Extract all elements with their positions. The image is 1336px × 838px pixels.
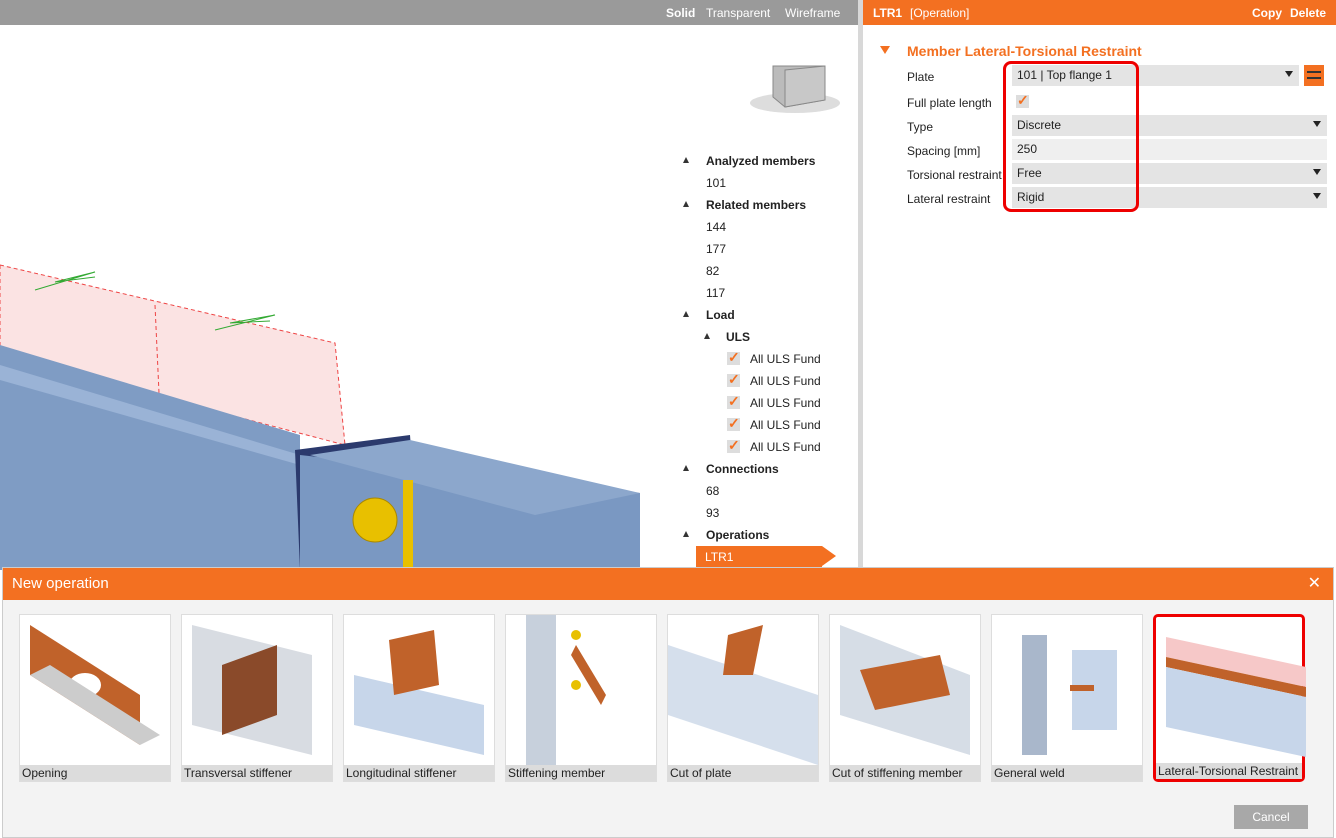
dialog-title: New operation [12, 575, 109, 592]
operation-thumbnail [668, 625, 818, 765]
tree-analyzed-members[interactable]: Analyzed members [706, 154, 815, 168]
operation-card-transversal-stiffener[interactable]: Transversal stiffener [181, 614, 333, 782]
cancel-button[interactable]: Cancel [1234, 805, 1308, 829]
tree-item[interactable]: 177 [706, 242, 726, 256]
operation-card-opening[interactable]: Opening [19, 614, 171, 782]
uls-checkbox[interactable] [727, 393, 740, 410]
operation-thumbnail [840, 625, 970, 755]
section-title: Member Lateral-Torsional Restraint [907, 43, 1142, 59]
operation-thumbnail [1022, 635, 1117, 755]
transparent-mode-button[interactable]: Transparent [706, 6, 770, 20]
operation-thumbnail [526, 615, 606, 765]
operation-card-label: Transversal stiffener [182, 765, 332, 781]
operation-card-general-weld[interactable]: General weld [991, 614, 1143, 782]
pick-plate-icon[interactable] [1304, 65, 1324, 86]
operation-card-label: Opening [20, 765, 170, 781]
tree-uls[interactable]: ULS [726, 330, 750, 344]
panel-splitter[interactable] [858, 0, 863, 570]
uls-checkbox[interactable] [727, 415, 740, 432]
type-label: Type [907, 120, 934, 134]
tree-item[interactable]: 144 [706, 220, 726, 234]
operation-thumbnail [192, 625, 312, 755]
operation-card-label: Lateral-Torsional Restraint [1156, 763, 1302, 779]
copy-button[interactable]: Copy [1252, 6, 1282, 20]
view-cube-icon[interactable] [750, 65, 840, 113]
operation-thumbnail [30, 625, 160, 745]
tree-item[interactable]: All ULS Fund [750, 440, 821, 454]
wireframe-mode-button[interactable]: Wireframe [785, 6, 840, 20]
operation-card-label: Cut of stiffening member [830, 765, 980, 781]
collapse-icon[interactable] [880, 46, 890, 54]
operation-card-cut-of-plate[interactable]: Cut of plate [667, 614, 819, 782]
lateral-restraint-label: Lateral restraint [907, 192, 991, 206]
operation-card-cut-of-stiffening-member[interactable]: Cut of stiffening member [829, 614, 981, 782]
highlight-box [1003, 61, 1139, 212]
operation-card-stiffening-member[interactable]: Stiffening member [505, 614, 657, 782]
new-operation-dialog: New operation ✕ Opening Transversal stiffe… [2, 567, 1334, 838]
3d-viewport[interactable] [0, 25, 858, 570]
solid-mode-button[interactable]: Solid [666, 6, 695, 20]
operation-card-label: Cut of plate [668, 765, 818, 781]
delete-button[interactable]: Delete [1290, 6, 1326, 20]
tree-item[interactable]: All ULS Fund [750, 352, 821, 366]
tree-item[interactable]: All ULS Fund [750, 418, 821, 432]
operation-card-label: Longitudinal stiffener [344, 765, 494, 781]
dialog-header: New operation ✕ [3, 568, 1333, 600]
operation-card-label: General weld [992, 765, 1142, 781]
tree-item[interactable]: 101 [706, 176, 726, 190]
spacing-label: Spacing [mm] [907, 144, 981, 158]
tree-item[interactable]: All ULS Fund [750, 396, 821, 410]
operation-name: LTR1 [873, 6, 903, 20]
view-mode-bar: Solid Transparent Wireframe [0, 0, 858, 25]
properties-header: LTR1 [Operation] Copy Delete [863, 0, 1336, 25]
full-plate-length-label: Full plate length [907, 96, 992, 110]
plate-label: Plate [907, 70, 935, 84]
operation-card-lateral-torsional-restraint[interactable]: Lateral-Torsional Restraint [1153, 614, 1306, 782]
tree-connections[interactable]: Connections [706, 462, 779, 476]
operation-thumbnail [354, 630, 484, 755]
close-icon[interactable]: ✕ [1308, 573, 1321, 593]
tree-item[interactable]: All ULS Fund [750, 374, 821, 388]
tree-related-members[interactable]: Related members [706, 198, 806, 212]
torsional-restraint-label: Torsional restraint [907, 168, 1002, 182]
tree-operations[interactable]: Operations [706, 528, 769, 542]
operation-thumbnail [1166, 637, 1306, 757]
operation-type: [Operation] [910, 6, 970, 20]
tree-load[interactable]: Load [706, 308, 735, 322]
tree-item-ltr1-selected[interactable]: LTR1 [696, 546, 836, 567]
model-scene [0, 65, 840, 570]
operation-card-label: Stiffening member [506, 765, 656, 781]
tree-item[interactable]: 82 [706, 264, 719, 278]
uls-checkbox[interactable] [727, 349, 740, 366]
tree-item[interactable]: 68 [706, 484, 719, 498]
uls-checkbox[interactable] [727, 437, 740, 454]
operation-card-longitudinal-stiffener[interactable]: Longitudinal stiffener [343, 614, 495, 782]
tree-item[interactable]: 117 [706, 286, 725, 300]
tree-item[interactable]: 93 [706, 506, 719, 520]
uls-checkbox[interactable] [727, 371, 740, 388]
